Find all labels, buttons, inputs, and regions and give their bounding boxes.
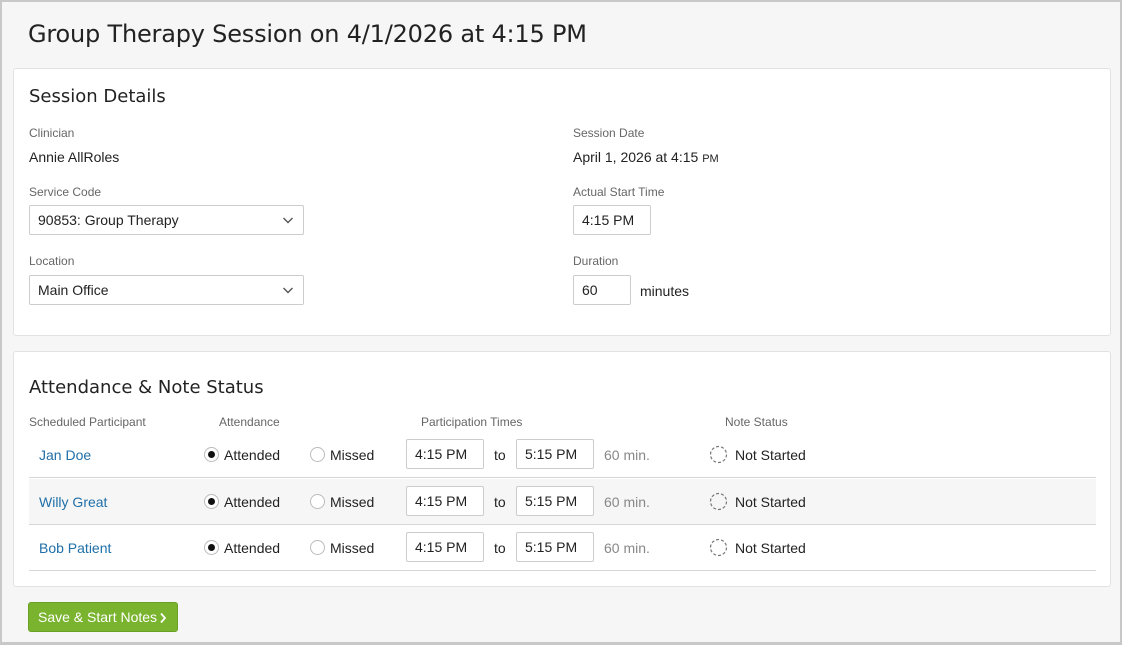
duration-label: Duration	[573, 254, 619, 268]
attended-label: Attended	[224, 447, 281, 463]
session-date-value: April 1, 2026 at 4:15 PM	[573, 149, 719, 165]
missed-radio[interactable]	[310, 494, 325, 509]
location-select[interactable]: Main Office	[29, 275, 304, 305]
table-row: Willy Great Attended Missed 4:15 PM to 5…	[29, 479, 1096, 525]
table-row: Bob Patient Attended Missed 4:15 PM to 5…	[29, 525, 1096, 571]
end-time-input[interactable]: 5:15 PM	[516, 532, 594, 562]
session-date-label: Session Date	[573, 126, 645, 140]
col-header-note-status: Note Status	[725, 415, 788, 429]
actual-start-label: Actual Start Time	[573, 185, 665, 199]
col-header-attendance: Attendance	[219, 415, 280, 429]
attended-label: Attended	[224, 494, 281, 510]
duration-unit: minutes	[640, 283, 690, 299]
service-code-select[interactable]: 90853: Group Therapy	[29, 205, 304, 235]
participant-link[interactable]: Jan Doe	[39, 447, 91, 463]
dashed-circle-icon	[709, 445, 728, 464]
actual-start-input[interactable]: 4:15 PM	[573, 205, 651, 235]
dashed-circle-icon	[709, 492, 728, 511]
attendance-title: Attendance & Note Status	[29, 377, 264, 398]
session-date-meridiem: PM	[702, 153, 719, 165]
service-code-value: 90853: Group Therapy	[38, 212, 179, 228]
session-details-title: Session Details	[29, 86, 166, 107]
participant-link[interactable]: Bob Patient	[39, 540, 111, 556]
clinician-label: Clinician	[29, 126, 75, 140]
end-time-input[interactable]: 5:15 PM	[516, 439, 594, 469]
duration-minutes: 60 min.	[604, 447, 650, 463]
missed-radio[interactable]	[310, 540, 325, 555]
note-status: Not Started	[735, 494, 806, 510]
col-header-times: Participation Times	[421, 415, 523, 429]
duration-minutes: 60 min.	[604, 494, 650, 510]
session-date-text: April 1, 2026 at 4:15	[573, 149, 699, 165]
attended-radio[interactable]	[204, 494, 219, 509]
attendance-card: Attendance & Note Status Scheduled Parti…	[13, 351, 1111, 587]
start-time-input[interactable]: 4:15 PM	[406, 532, 484, 562]
note-status: Not Started	[735, 540, 806, 556]
col-header-participant: Scheduled Participant	[29, 415, 146, 429]
missed-radio[interactable]	[310, 447, 325, 462]
save-button-label: Save & Start Notes	[38, 609, 158, 625]
chevron-right-icon	[160, 612, 167, 624]
start-time-input[interactable]: 4:15 PM	[406, 486, 484, 516]
to-label: to	[494, 447, 506, 463]
save-and-start-notes-button[interactable]: Save & Start Notes	[28, 602, 178, 632]
dashed-circle-icon	[709, 538, 728, 557]
table-row: Jan Doe Attended Missed 4:15 PM to 5:15 …	[29, 432, 1096, 478]
note-status: Not Started	[735, 447, 806, 463]
missed-label: Missed	[330, 447, 375, 463]
to-label: to	[494, 540, 506, 556]
session-details-card: Session Details Clinician Annie AllRoles…	[13, 68, 1111, 336]
service-code-label: Service Code	[29, 185, 102, 199]
start-time-input[interactable]: 4:15 PM	[406, 439, 484, 469]
chevron-down-icon	[283, 287, 293, 294]
duration-input[interactable]: 60	[573, 275, 631, 305]
app-frame: Group Therapy Session on 4/1/2026 at 4:1…	[0, 0, 1122, 645]
location-label: Location	[29, 254, 75, 268]
participant-link[interactable]: Willy Great	[39, 494, 107, 510]
clinician-value: Annie AllRoles	[29, 149, 120, 165]
end-time-input[interactable]: 5:15 PM	[516, 486, 594, 516]
page-title: Group Therapy Session on 4/1/2026 at 4:1…	[28, 20, 587, 48]
duration-minutes: 60 min.	[604, 540, 650, 556]
attended-radio[interactable]	[204, 540, 219, 555]
missed-label: Missed	[330, 494, 375, 510]
chevron-down-icon	[283, 217, 293, 224]
attended-label: Attended	[224, 540, 281, 556]
location-value: Main Office	[38, 282, 109, 298]
missed-label: Missed	[330, 540, 375, 556]
to-label: to	[494, 494, 506, 510]
attended-radio[interactable]	[204, 447, 219, 462]
